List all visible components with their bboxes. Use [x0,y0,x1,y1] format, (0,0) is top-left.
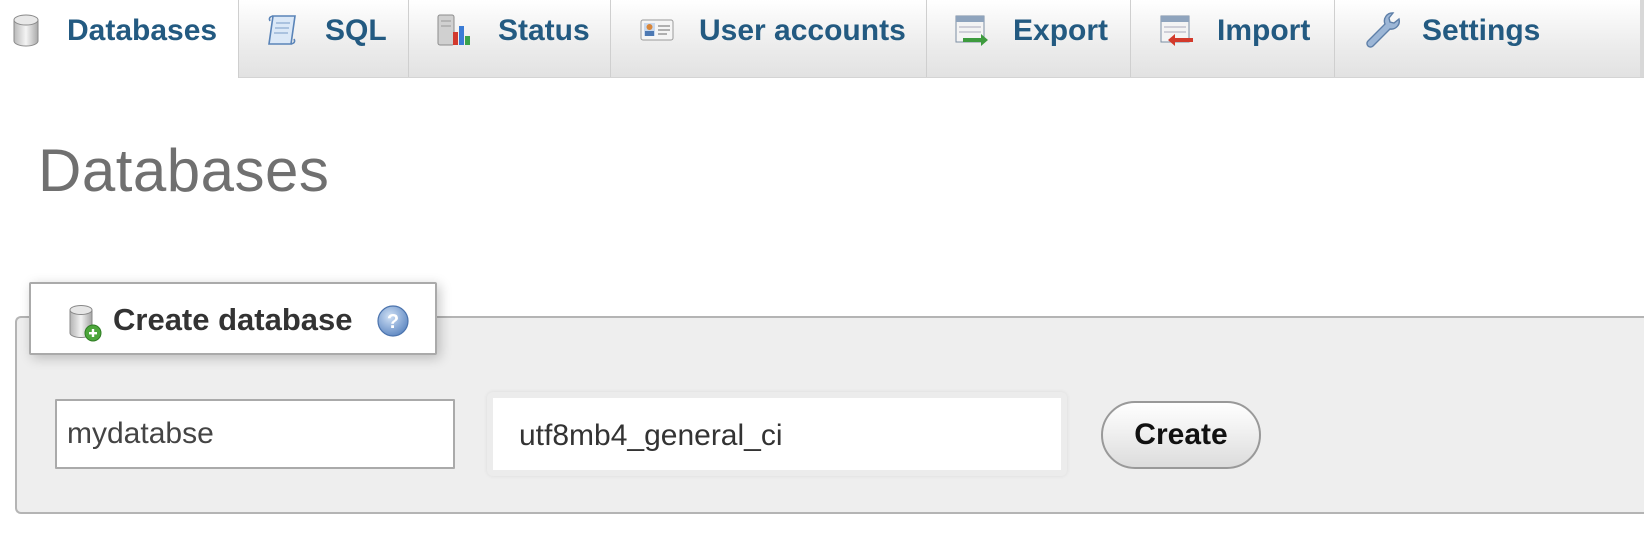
tab-settings[interactable]: Settings [1335,0,1641,77]
collation-select[interactable]: utf8mb4_general_ci [487,392,1067,476]
tab-label: Status [498,14,590,47]
create-database-legend: Create database ? [29,282,437,355]
tab-user-accounts[interactable]: User accounts [611,0,927,77]
tab-label: Settings [1422,14,1541,47]
tab-export[interactable]: Export [927,0,1131,77]
export-icon [953,12,989,48]
import-icon [1158,12,1194,48]
tab-status[interactable]: Status [409,0,611,77]
page-title: Databases [38,137,330,204]
top-menu-tabs: Databases SQL Status User accounts Expor… [0,0,1644,78]
database-icon [9,12,45,48]
tab-label: SQL [325,14,387,47]
tab-label: Databases [67,14,218,47]
sql-scroll-icon [264,12,300,48]
status-chart-icon [435,12,471,48]
create-button[interactable]: Create [1101,401,1261,469]
database-add-icon [67,302,103,342]
tab-sql[interactable]: SQL [239,0,409,77]
tab-label: Export [1013,14,1109,47]
tabbar-divider [0,77,1644,78]
tab-import[interactable]: Import [1131,0,1335,77]
svg-text:?: ? [387,311,399,333]
create-database-title: Create database [113,302,353,337]
user-card-icon [639,12,675,48]
tab-overflow-edge [1640,0,1644,77]
help-icon[interactable]: ? [376,304,410,338]
database-name-input[interactable] [55,399,455,469]
collation-selected-value: utf8mb4_general_ci [519,419,783,452]
tab-label: User accounts [699,14,906,47]
wrench-icon [1363,10,1400,48]
tab-label: Import [1217,14,1311,47]
tab-databases[interactable]: Databases [0,0,239,78]
